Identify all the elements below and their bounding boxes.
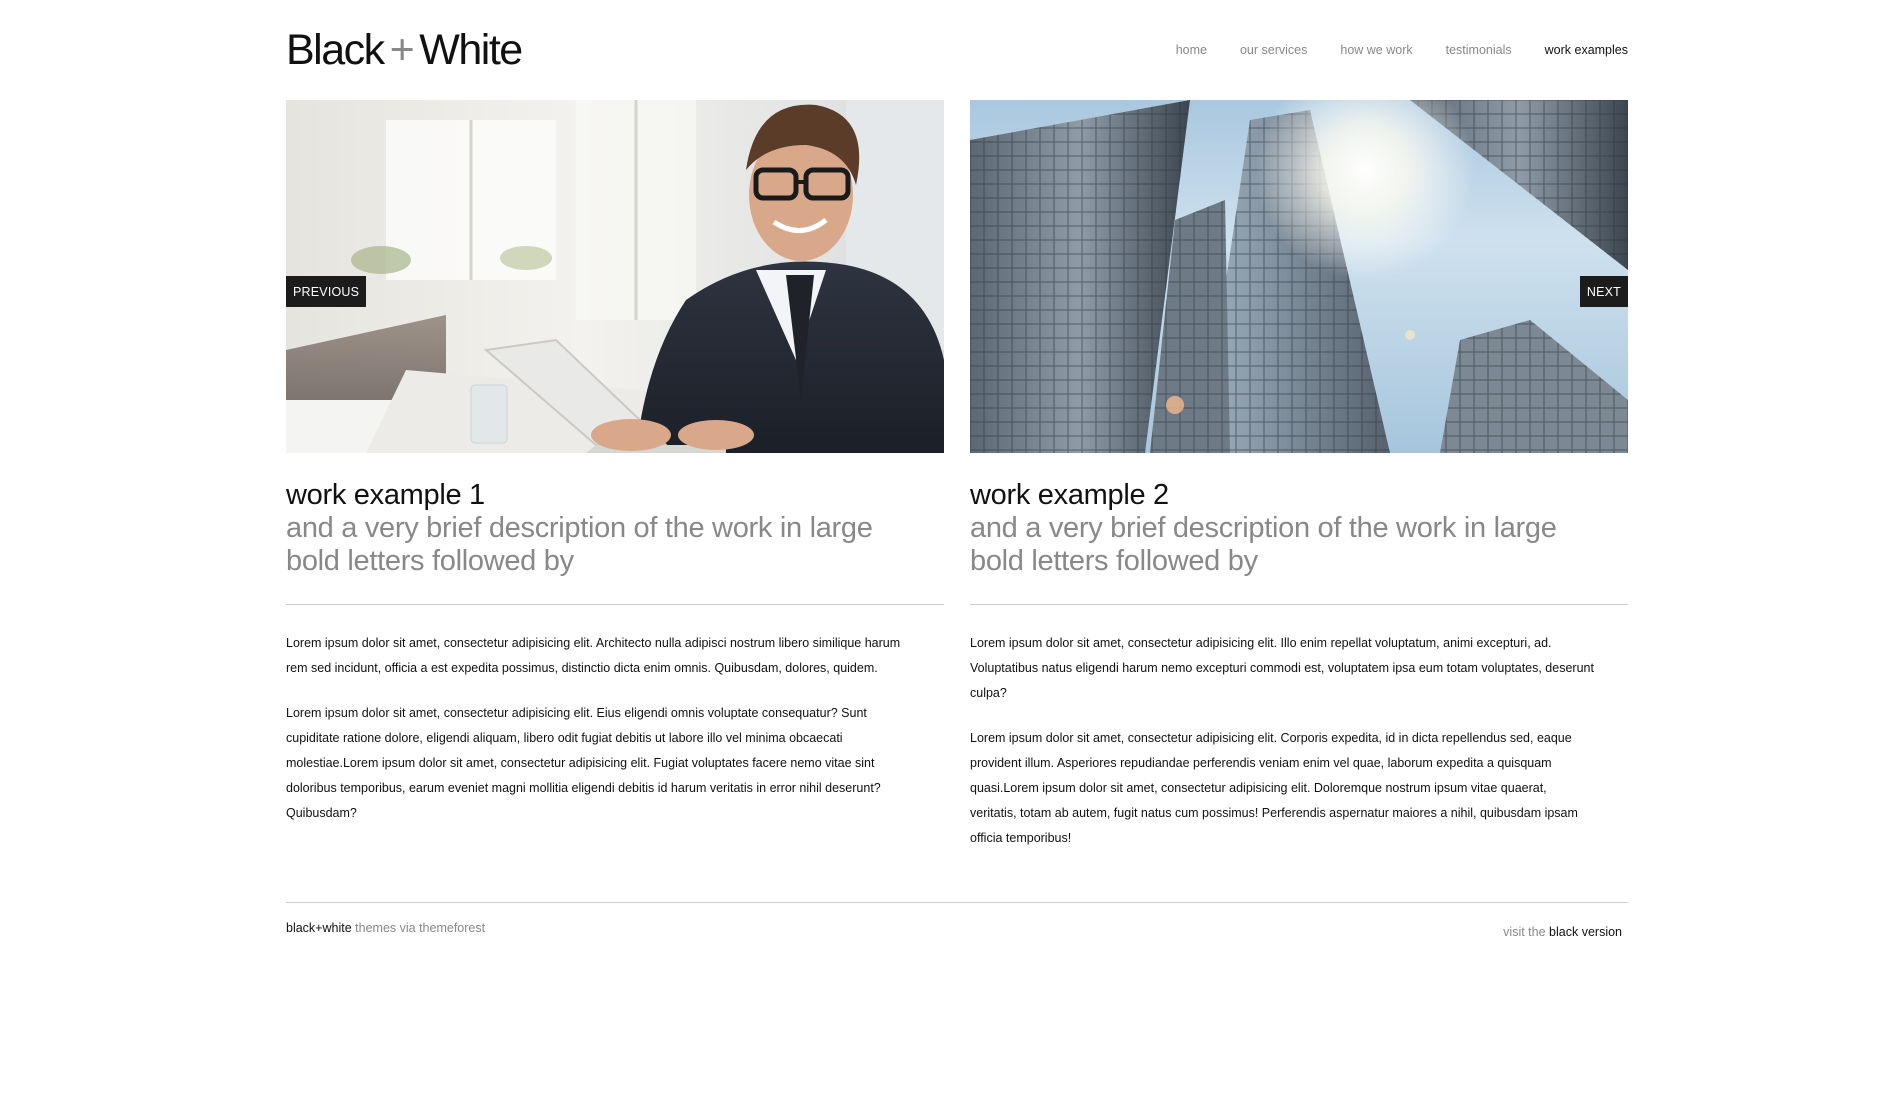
main-nav: home our services how we work testimonia…	[1176, 43, 1628, 57]
footer-divider	[286, 902, 1628, 903]
nav-work-examples[interactable]: work examples	[1545, 43, 1628, 57]
logo-word-black: Black	[286, 26, 385, 74]
work-example-2: NEXT work example 2 and a very brief des…	[970, 100, 1628, 851]
footer-brand: black+white	[286, 921, 352, 935]
nav-home[interactable]: home	[1176, 43, 1207, 57]
work-example-1-title: work example 1	[286, 479, 485, 511]
black-version-link[interactable]: black version	[1549, 925, 1622, 939]
work-example-2-image: NEXT	[970, 100, 1628, 453]
work-example-1-paragraph-2: Lorem ipsum dolor sit amet, consectetur …	[286, 706, 881, 820]
work-example-1-divider	[286, 604, 944, 605]
footer-credits: black+white themes via themeforest	[286, 921, 485, 935]
work-example-1: PREVIOUS work example 1 and a very brief…	[286, 100, 944, 826]
skyscrapers-photo	[970, 100, 1628, 453]
logo-word-white: White	[419, 26, 523, 74]
footer-brand-suffix: themes via themeforest	[355, 921, 486, 935]
footer-visit: visit the black version	[1503, 925, 1622, 939]
work-example-1-image: PREVIOUS	[286, 100, 944, 453]
nav-how-we-work[interactable]: how we work	[1340, 43, 1412, 57]
previous-button[interactable]: PREVIOUS	[286, 276, 367, 307]
work-example-1-paragraph-1: Lorem ipsum dolor sit amet, consectetur …	[286, 636, 901, 675]
logo-plus: +	[389, 26, 415, 74]
work-example-2-paragraph-2: Lorem ipsum dolor sit amet, consectetur …	[970, 731, 1578, 845]
work-example-2-divider	[970, 604, 1628, 605]
nav-our-services[interactable]: our services	[1240, 43, 1307, 57]
site-logo[interactable]: Black + White	[286, 26, 523, 75]
work-example-2-subtitle: and a very brief description of the work…	[970, 512, 1557, 577]
office-man-photo	[286, 100, 944, 453]
work-example-2-title: work example 2	[970, 479, 1169, 511]
nav-testimonials[interactable]: testimonials	[1446, 43, 1512, 57]
footer-visit-prefix: visit the	[1503, 925, 1546, 939]
work-example-1-subtitle: and a very brief description of the work…	[286, 512, 873, 577]
next-button[interactable]: NEXT	[1579, 276, 1628, 307]
work-example-2-paragraph-1: Lorem ipsum dolor sit amet, consectetur …	[970, 636, 1594, 700]
